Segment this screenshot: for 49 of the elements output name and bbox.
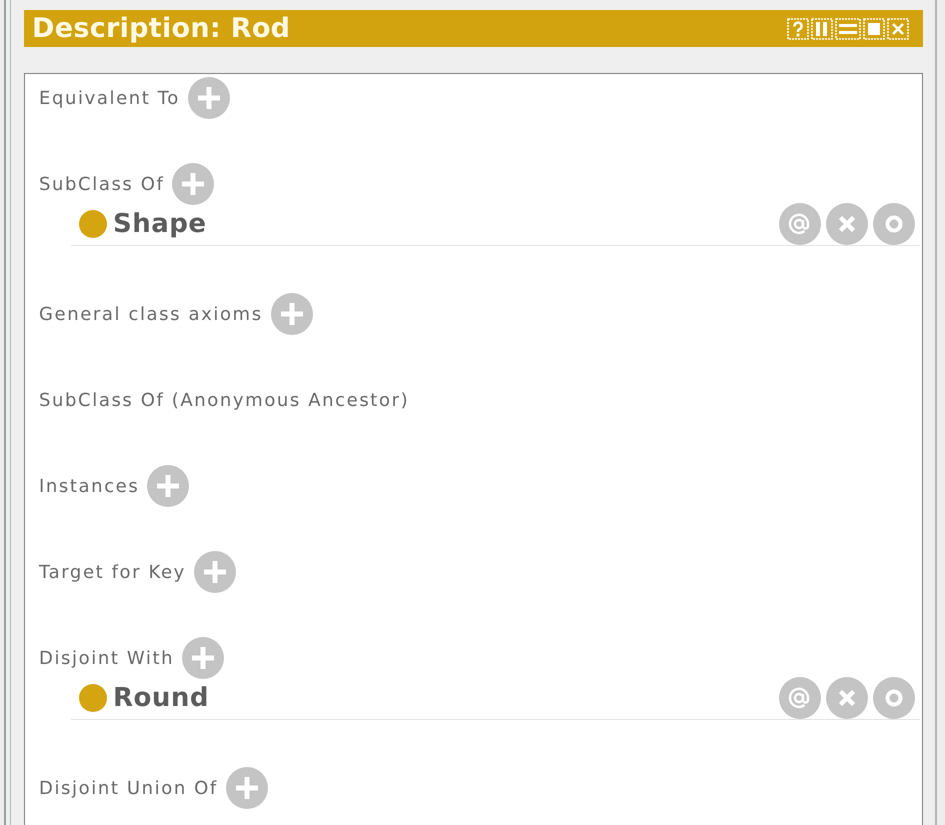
add-button[interactable] [147, 465, 190, 507]
at-sign-icon [779, 676, 821, 718]
at-sign-icon [779, 202, 821, 244]
dot-icon [79, 210, 107, 238]
section-label: SubClass Of [39, 174, 164, 194]
annotation-button[interactable] [779, 676, 821, 718]
dot-icon [79, 684, 107, 712]
add-button[interactable] [194, 551, 236, 593]
minimize-icon [835, 18, 861, 40]
plus-icon [226, 767, 268, 809]
ring-icon [873, 202, 915, 244]
class-name: Shape [113, 208, 207, 238]
close-icon [887, 18, 909, 40]
columns-button[interactable] [811, 18, 833, 40]
columns-icon [811, 18, 833, 40]
class-name: Round [113, 682, 210, 712]
add-button[interactable] [188, 77, 230, 119]
section-label: Disjoint With [39, 648, 174, 668]
edit-button[interactable] [873, 676, 915, 718]
section-label: Target for Key [39, 562, 186, 582]
window-title: Description: Rod [32, 13, 290, 44]
plus-icon [270, 293, 313, 335]
add-button[interactable] [182, 637, 224, 679]
plus-icon [188, 77, 230, 119]
add-button[interactable] [226, 767, 268, 809]
section-label: Disjoint Union Of [39, 778, 218, 798]
help-icon [787, 18, 809, 40]
ring-icon [873, 676, 915, 718]
plus-icon [147, 465, 190, 507]
cross-icon [826, 202, 868, 244]
add-button[interactable] [172, 163, 214, 205]
section-label: General class axioms [39, 304, 263, 324]
close-button[interactable] [887, 18, 909, 40]
edit-button[interactable] [873, 202, 915, 244]
plus-icon [194, 551, 236, 593]
section-label: Equivalent To [39, 88, 180, 108]
maximize-button[interactable] [863, 18, 885, 40]
minimize-button[interactable] [835, 18, 861, 40]
section-label: SubClass Of (Anonymous Ancestor) [39, 390, 410, 410]
delete-button[interactable] [826, 676, 868, 718]
maximize-icon [863, 18, 885, 40]
plus-icon [182, 637, 224, 679]
section-label: Instances [39, 476, 140, 496]
cross-icon [826, 676, 868, 718]
annotation-button[interactable] [779, 202, 821, 244]
plus-icon [172, 163, 214, 205]
help-button[interactable] [787, 18, 809, 40]
add-button[interactable] [270, 293, 313, 335]
delete-button[interactable] [826, 202, 868, 244]
